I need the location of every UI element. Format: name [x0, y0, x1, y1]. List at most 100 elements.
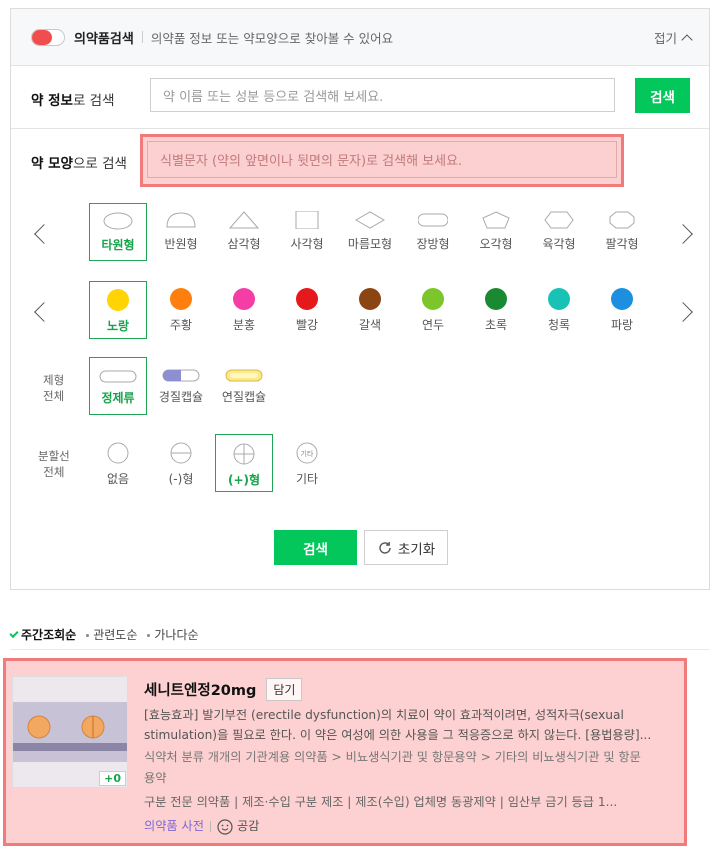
shape-option-octagon[interactable]: 팔각형: [593, 203, 651, 261]
color-option[interactable]: 갈색: [341, 281, 399, 339]
hard-capsule-icon: [162, 369, 200, 382]
forms-side-label: 제형 전체: [43, 373, 65, 403]
shape-search-highlight: 식별문자 (약의 앞면이나 뒷면의 문자)로 검색해 보세요.: [140, 134, 624, 187]
color-swatch: [611, 288, 633, 310]
color-swatch: [485, 288, 507, 310]
shape-search-button[interactable]: 검색: [274, 530, 357, 565]
score-option[interactable]: 기타 기타: [278, 434, 336, 492]
shape-option-capsule-shape[interactable]: 장방형: [404, 203, 462, 261]
divider: [141, 31, 143, 43]
bullet-icon: [147, 634, 151, 637]
score-option[interactable]: 없음: [89, 434, 147, 492]
score-option[interactable]: (-)형: [152, 434, 210, 492]
form-label: 정제류: [101, 391, 135, 405]
result-footer: 의약품 사전 공감: [144, 816, 259, 837]
result-meta: 구분 전문 의약품 | 제조·수입 구분 제조 | 제조(수입) 업체명 동광제…: [144, 795, 618, 809]
collapse-label: 접기: [653, 31, 677, 46]
color-label: 초록: [484, 318, 508, 332]
hexagon-shape-icon: [544, 211, 574, 229]
color-option[interactable]: 연두: [404, 281, 462, 339]
info-search-button[interactable]: 검색: [635, 78, 690, 113]
chevron-up-icon: [681, 33, 693, 46]
color-label: 연두: [421, 318, 445, 332]
shape-label: 장방형: [416, 237, 450, 251]
form-option[interactable]: 연질캡슐: [215, 357, 273, 415]
add-badge[interactable]: +0: [99, 771, 126, 786]
oval-shape-icon: [103, 212, 133, 230]
color-option[interactable]: 분홍: [215, 281, 273, 339]
score-label: 기타: [295, 472, 319, 486]
shape-label: 반원형: [164, 237, 198, 251]
capsule-shape-shape-icon: [418, 213, 448, 227]
color-swatch: [422, 288, 444, 310]
result-description-2: stimulation)을 필요로 한다. 이 약은 여성에 의한 사용을 그 …: [144, 728, 652, 742]
divider: [10, 649, 710, 650]
shape-option-square[interactable]: 사각형: [278, 203, 336, 261]
color-label: 노랑: [106, 319, 130, 333]
sort-option-weekly[interactable]: 주간조회순: [9, 626, 76, 643]
form-label: 경질캡슐: [158, 390, 204, 404]
sort-option-alphabetical[interactable]: 가나다순: [147, 626, 199, 643]
color-swatch: [170, 288, 192, 310]
shape-option-half-round[interactable]: 반원형: [152, 203, 210, 261]
divider: [209, 821, 211, 832]
like-button[interactable]: 공감: [217, 816, 259, 837]
shape-label: 타원형: [101, 238, 135, 252]
form-option[interactable]: 정제류: [89, 357, 147, 415]
color-swatch: [233, 288, 255, 310]
form-option[interactable]: 경질캡슐: [152, 357, 210, 415]
color-swatch: [359, 288, 381, 310]
score-side-label: 분할선 전체: [38, 449, 70, 479]
shape-option-oval[interactable]: 타원형: [89, 203, 147, 261]
shape-label: 삼각형: [227, 237, 261, 251]
score-label: (-)형: [168, 472, 194, 486]
panel-description: 의약품 정보 또는 약모양으로 찾아볼 수 있어요: [150, 30, 394, 46]
info-search-label: 약 정보로 검색: [31, 93, 115, 109]
panel-title: 의약품검색: [74, 31, 134, 47]
color-label: 파랑: [610, 318, 634, 332]
toggle-knob: [32, 29, 52, 45]
shape-label: 팔각형: [605, 237, 639, 251]
color-option[interactable]: 청록: [530, 281, 588, 339]
search-toggle[interactable]: [31, 28, 65, 46]
other-line-icon: 기타: [296, 442, 318, 464]
color-swatch: [548, 288, 570, 310]
color-option[interactable]: 빨강: [278, 281, 336, 339]
square-shape-icon: [295, 211, 319, 229]
color-option[interactable]: 초록: [467, 281, 525, 339]
drug-thumbnail[interactable]: +0: [12, 676, 128, 788]
colors-next-arrow[interactable]: [673, 302, 693, 322]
refresh-icon: [379, 541, 391, 554]
colors-prev-arrow[interactable]: [34, 302, 54, 322]
diamond-shape-icon: [355, 211, 385, 229]
collapse-button[interactable]: 접기: [653, 28, 693, 47]
shapes-prev-arrow[interactable]: [34, 224, 54, 244]
shape-label: 마름모형: [347, 237, 393, 251]
color-option[interactable]: 파랑: [593, 281, 651, 339]
triangle-shape-icon: [229, 211, 259, 229]
score-option[interactable]: (+)형: [215, 434, 273, 492]
reset-label: 초기화: [397, 541, 436, 558]
result-title-row: 세니트엔정20mg 담기: [144, 678, 303, 701]
octagon-shape-icon: [609, 211, 635, 229]
sort-option-relevance[interactable]: 관련도순: [86, 626, 137, 643]
color-label: 청록: [547, 318, 571, 332]
shape-option-diamond[interactable]: 마름모형: [341, 203, 399, 261]
smile-icon: [217, 818, 233, 835]
color-option[interactable]: 노랑: [89, 281, 147, 339]
shape-search-input[interactable]: 식별문자 (약의 앞면이나 뒷면의 문자)로 검색해 보세요.: [147, 141, 617, 178]
result-item[interactable]: +0 세니트엔정20mg 담기 [효능효과] 발기부전 (erectile dy…: [3, 658, 687, 846]
color-swatch: [107, 289, 129, 311]
info-search-input[interactable]: 약 이름 또는 성분 등으로 검색해 보세요.: [150, 78, 615, 112]
shapes-next-arrow[interactable]: [673, 224, 693, 244]
form-label: 연질캡슐: [221, 390, 267, 404]
color-label: 빨강: [295, 318, 319, 332]
color-option[interactable]: 주황: [152, 281, 210, 339]
result-title[interactable]: 세니트엔정20mg: [144, 679, 256, 700]
shape-option-pentagon[interactable]: 오각형: [467, 203, 525, 261]
dictionary-link[interactable]: 의약품 사전: [144, 816, 204, 837]
save-button[interactable]: 담기: [266, 678, 303, 701]
shape-option-hexagon[interactable]: 육각형: [530, 203, 588, 261]
shape-option-triangle[interactable]: 삼각형: [215, 203, 273, 261]
reset-button[interactable]: 초기화: [364, 530, 448, 565]
